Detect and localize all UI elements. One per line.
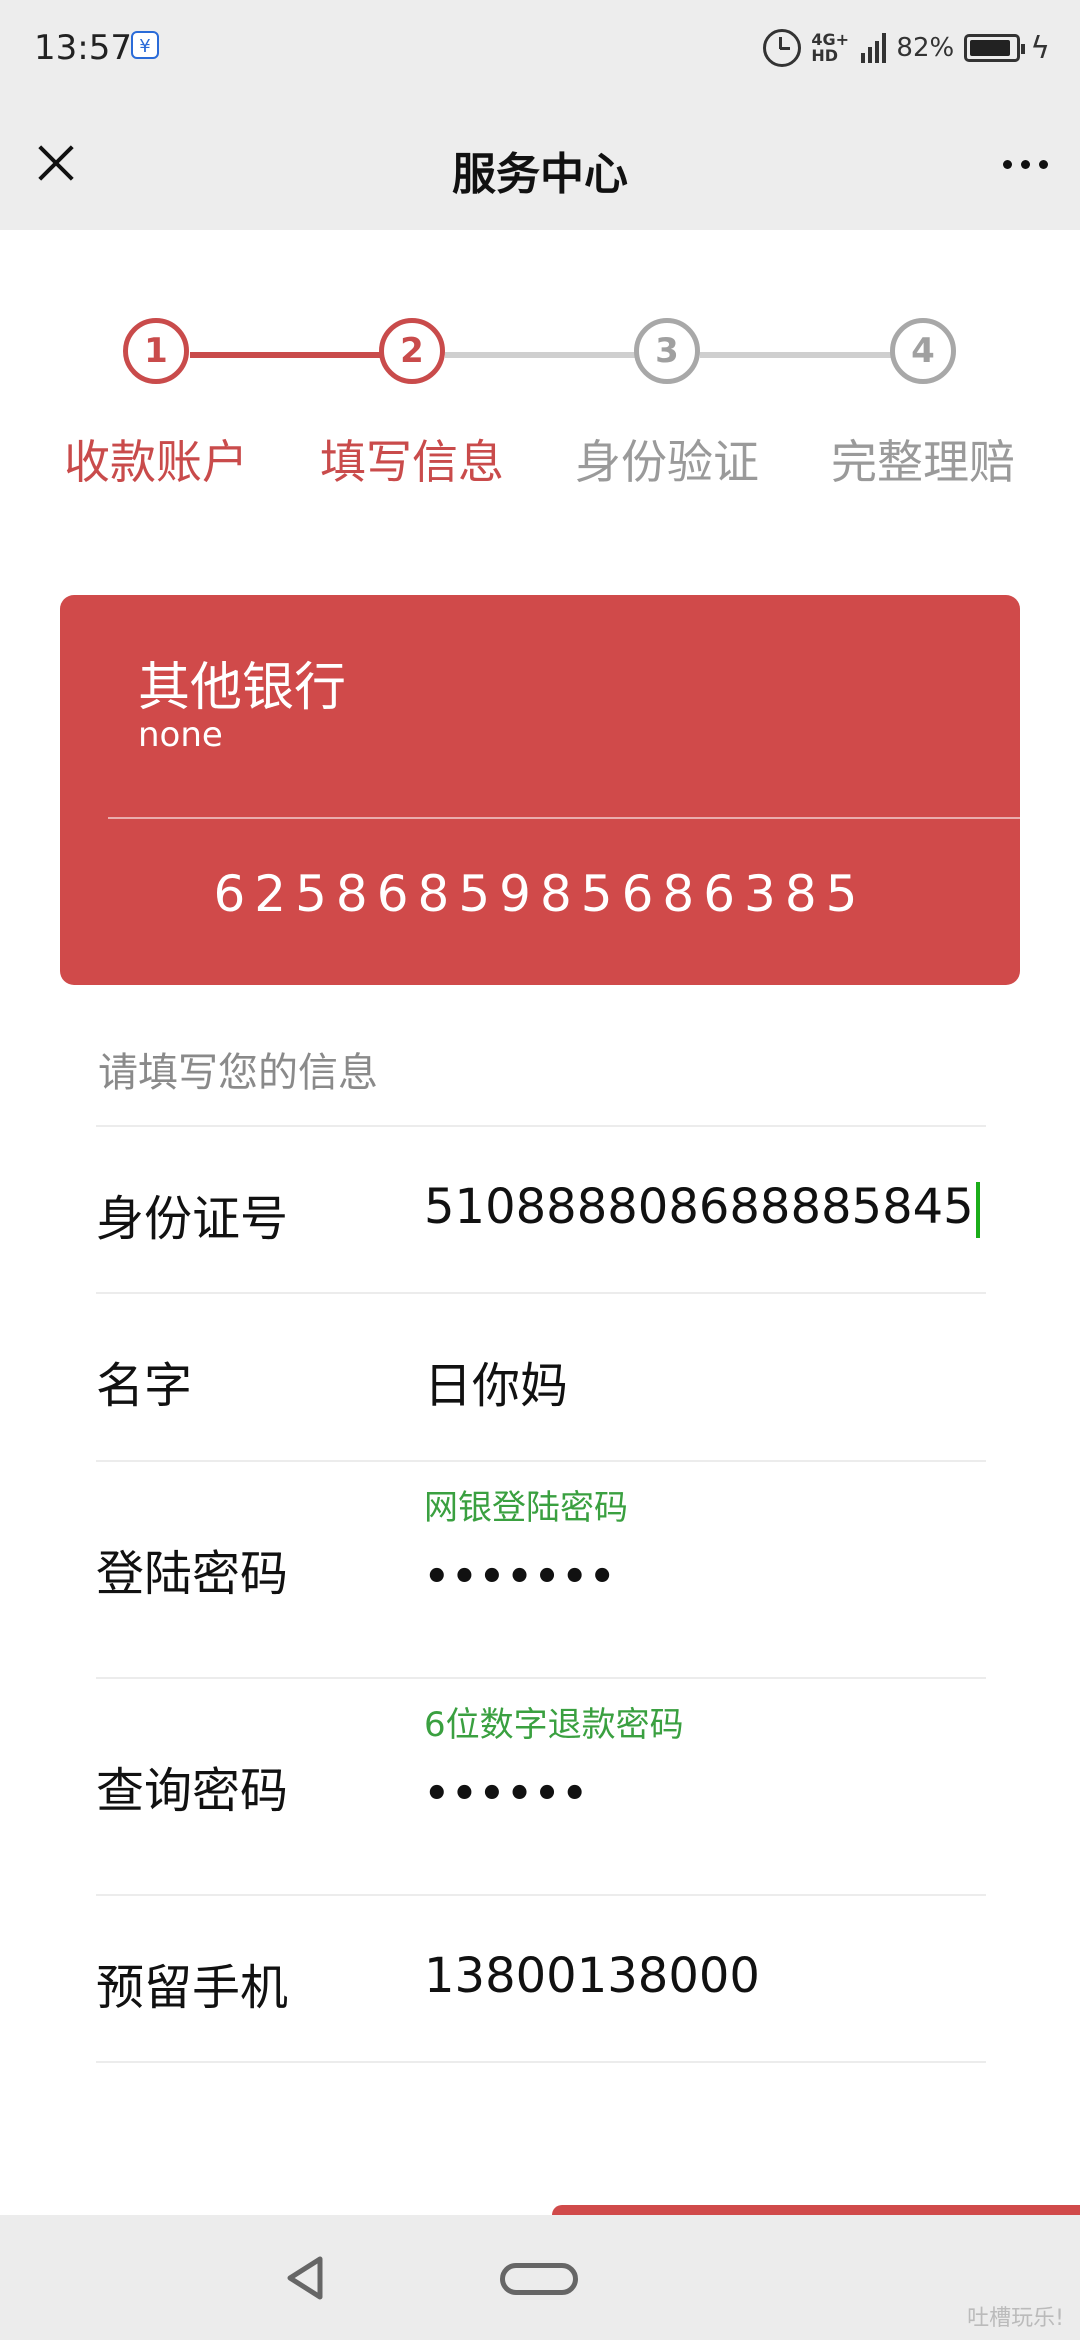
phone-row[interactable]: 预留手机 13800138000 xyxy=(96,1894,986,2063)
login-password-row[interactable]: 网银登陆密码 登陆密码 ••••••• xyxy=(96,1460,986,1677)
query-password-input[interactable]: •••••• xyxy=(424,1771,589,1817)
bank-subtitle: none xyxy=(138,715,223,755)
login-password-label: 登陆密码 xyxy=(96,1546,289,1602)
payment-app-icon: ¥ xyxy=(130,30,160,60)
page-title: 服务中心 xyxy=(452,149,628,200)
more-icon[interactable] xyxy=(1003,160,1048,169)
step-2-label: 填写信息 xyxy=(320,435,504,489)
title-bar: 服务中心 xyxy=(0,100,1080,230)
watermark-text: 吐槽玩乐! xyxy=(967,2306,1064,2331)
form-section-title: 请填写您的信息 xyxy=(98,1050,378,1096)
status-time: 13:57 xyxy=(34,28,132,68)
text-cursor xyxy=(975,1182,980,1238)
step-connector-1 xyxy=(190,352,390,358)
signal-icon xyxy=(861,33,887,63)
step-connector-3 xyxy=(700,352,900,358)
step-3-circle: 3 xyxy=(634,318,700,384)
card-divider xyxy=(108,817,1020,819)
step-indicator: 1 2 3 4 收款账户 填写信息 身份验证 完整理赔 xyxy=(0,230,1080,550)
id-number-row[interactable]: 身份证号 510888808688885845 xyxy=(96,1125,986,1292)
card-number: 6258685985686385 xyxy=(213,865,867,923)
back-icon[interactable] xyxy=(282,2253,332,2303)
step-2-circle: 2 xyxy=(379,318,445,384)
step-3-label: 身份验证 xyxy=(575,435,759,489)
query-password-label: 查询密码 xyxy=(96,1763,289,1819)
status-bar: 13:57 ¥ 4G+ HD 82% ϟ xyxy=(0,0,1080,100)
id-number-input[interactable]: 510888808688885845 xyxy=(424,1179,980,1238)
battery-percent: 82% xyxy=(896,33,955,63)
login-password-input[interactable]: ••••••• xyxy=(424,1554,617,1600)
query-password-hint: 6位数字退款密码 xyxy=(424,1705,684,1745)
step-connector-2 xyxy=(445,352,645,358)
name-row[interactable]: 名字 日你妈 xyxy=(96,1292,986,1459)
network-type: 4G+ HD xyxy=(811,30,850,65)
name-input[interactable]: 日你妈 xyxy=(424,1346,568,1416)
charging-icon: ϟ xyxy=(1030,30,1050,66)
status-icons: 4G+ HD 82% ϟ xyxy=(763,26,1050,70)
name-label: 名字 xyxy=(96,1358,193,1414)
alarm-icon xyxy=(763,29,802,67)
query-password-row[interactable]: 6位数字退款密码 查询密码 •••••• xyxy=(96,1677,986,1894)
battery-icon xyxy=(964,34,1026,62)
svg-text:¥: ¥ xyxy=(139,36,150,57)
home-icon[interactable] xyxy=(500,2263,578,2295)
step-1-circle: 1 xyxy=(123,318,189,384)
login-password-hint: 网银登陆密码 xyxy=(424,1488,628,1528)
bank-name: 其他银行 xyxy=(138,658,347,718)
step-4-circle: 4 xyxy=(890,318,956,384)
phone-label: 预留手机 xyxy=(96,1960,289,2016)
bank-card[interactable]: 其他银行 none 6258685985686385 xyxy=(60,595,1020,985)
phone-input[interactable]: 13800138000 xyxy=(424,1948,760,2004)
step-4-label: 完整理赔 xyxy=(831,435,1015,489)
id-number-value: 510888808688885845 xyxy=(424,1179,974,1235)
step-1-label: 收款账户 xyxy=(64,435,248,489)
system-nav-bar: 吐槽玩乐! xyxy=(0,2215,1080,2340)
id-number-label: 身份证号 xyxy=(96,1191,289,1247)
